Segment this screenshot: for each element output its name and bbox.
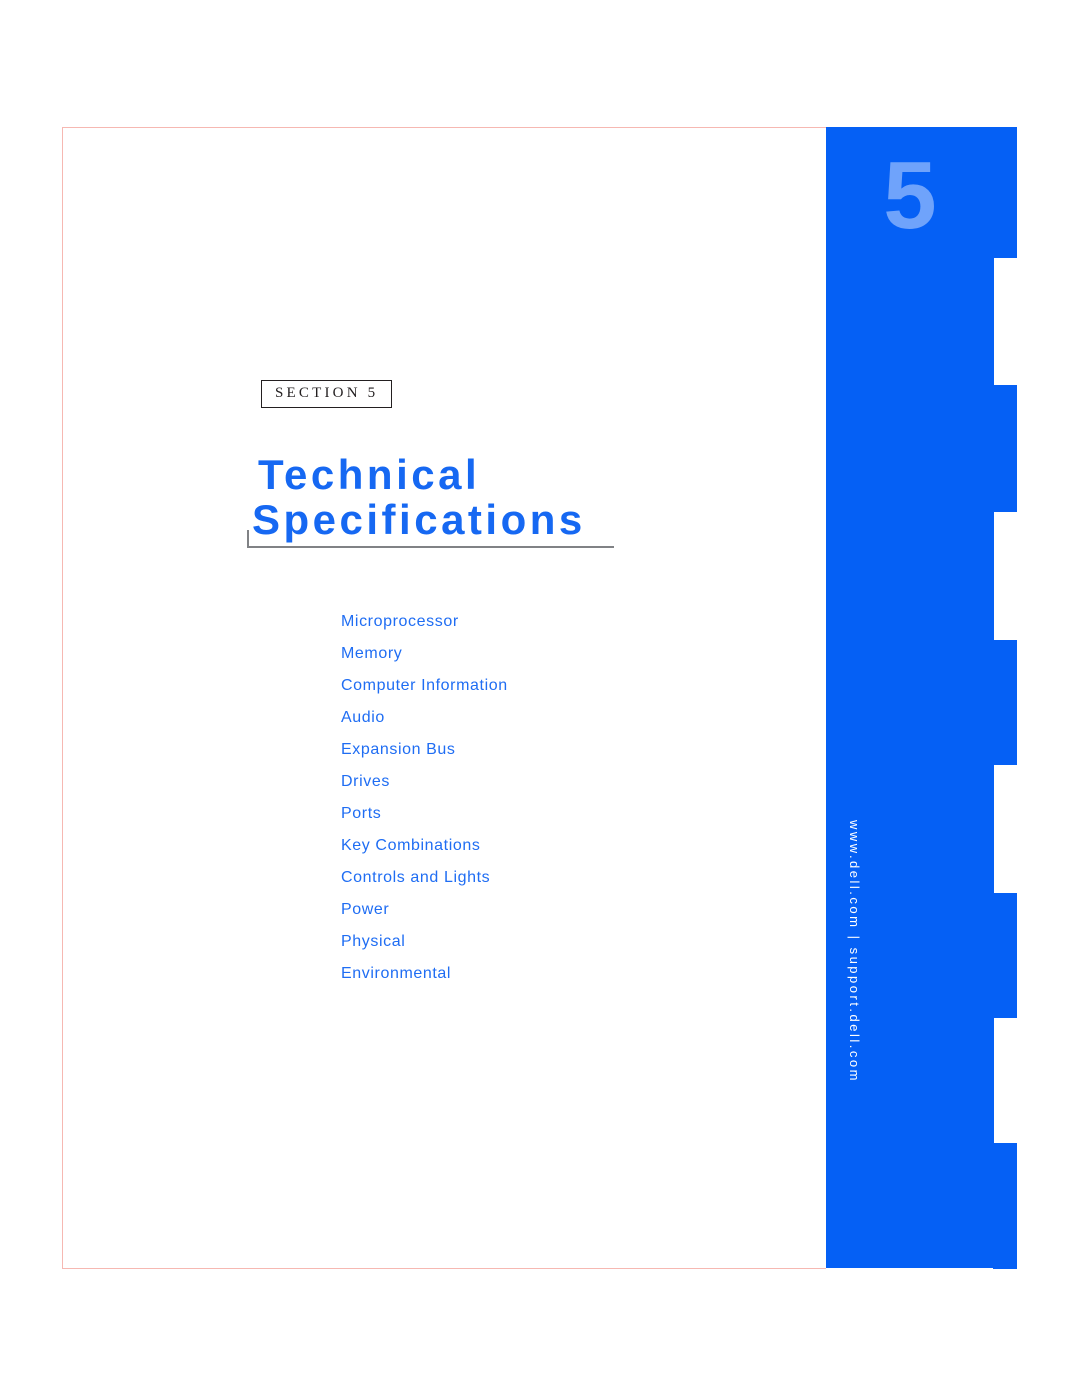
toc-item-expansion-bus[interactable]: Expansion Bus — [341, 734, 781, 766]
title-rule-line — [247, 546, 614, 548]
toc-item-computer-information[interactable]: Computer Information — [341, 670, 781, 702]
toc-item-key-combinations[interactable]: Key Combinations — [341, 830, 781, 862]
toc-item-microprocessor[interactable]: Microprocessor — [341, 606, 781, 638]
page-border-top — [62, 127, 826, 128]
side-tab-5 — [993, 1143, 1017, 1269]
page-border-bottom — [62, 1268, 826, 1269]
table-of-contents: Microprocessor Memory Computer Informati… — [341, 606, 781, 990]
toc-item-controls-and-lights[interactable]: Controls and Lights — [341, 862, 781, 894]
side-tab-1 — [993, 127, 1017, 258]
side-tab-2 — [993, 385, 1017, 512]
page-border-left — [62, 127, 63, 1269]
toc-item-environmental[interactable]: Environmental — [341, 958, 781, 990]
dell-url-text: www.dell.com | support.dell.com — [847, 820, 862, 1083]
document-page: 5 www.dell.com | support.dell.com SECTIO… — [0, 0, 1080, 1397]
section-number: 5 — [883, 142, 937, 249]
side-tab-4 — [993, 893, 1017, 1018]
toc-item-drives[interactable]: Drives — [341, 766, 781, 798]
toc-item-physical[interactable]: Physical — [341, 926, 781, 958]
title-underline-rule — [247, 530, 614, 548]
side-tab-3 — [993, 640, 1017, 765]
section-label-box: SECTION 5 — [261, 380, 393, 408]
toc-item-power[interactable]: Power — [341, 894, 781, 926]
page-title-line-1: Technical — [258, 451, 481, 498]
toc-item-memory[interactable]: Memory — [341, 638, 781, 670]
dell-url-vertical: www.dell.com | support.dell.com — [826, 820, 886, 1160]
toc-item-audio[interactable]: Audio — [341, 702, 781, 734]
toc-item-ports[interactable]: Ports — [341, 798, 781, 830]
